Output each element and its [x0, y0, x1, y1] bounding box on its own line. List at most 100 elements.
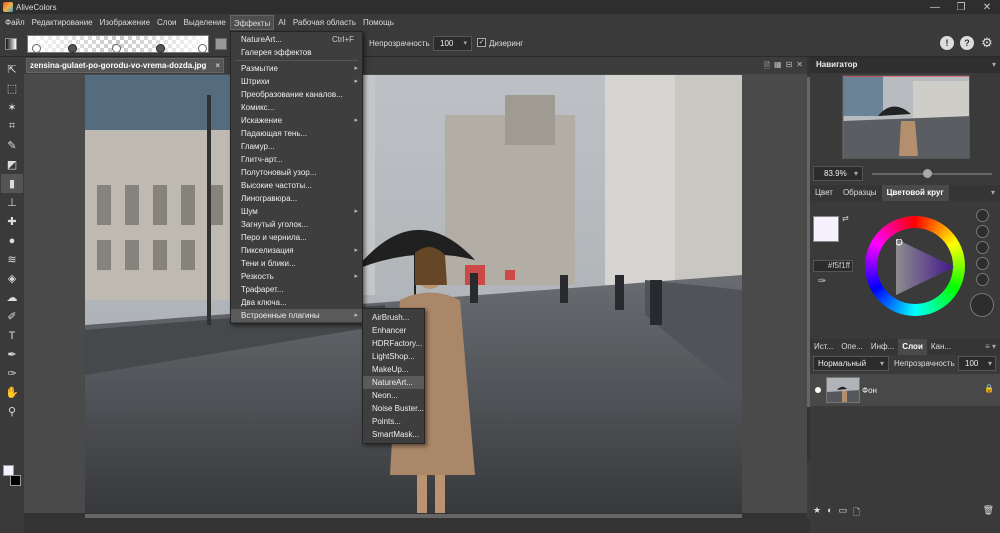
help-icon[interactable]: ?: [960, 36, 974, 50]
adjustment-layer-icon[interactable]: ◐: [827, 505, 832, 519]
hex-color-field[interactable]: #f5f1ff: [813, 260, 853, 272]
background-color-swatch[interactable]: [10, 475, 21, 486]
select-arrow-icon[interactable]: ⇱: [1, 60, 23, 79]
minimize-button[interactable]: —: [922, 0, 948, 14]
zoom-select[interactable]: 83.9% ▾: [813, 166, 863, 181]
tab-operations[interactable]: Опе...: [837, 339, 867, 355]
effects-menu-item[interactable]: Перо и чернила...: [231, 231, 362, 244]
tab-history[interactable]: Ист...: [810, 339, 837, 355]
panel-menu-icon[interactable]: ▾: [991, 185, 995, 201]
menu-effects[interactable]: Эффекты: [229, 15, 275, 30]
gradient-stop[interactable]: [68, 44, 77, 53]
gradient-icon[interactable]: ▮: [1, 174, 23, 193]
visibility-icon[interactable]: [815, 387, 821, 393]
plugin-menu-item[interactable]: AirBrush...: [363, 311, 424, 324]
effects-menu-item[interactable]: Линогравюра...: [231, 192, 362, 205]
effects-menu-item[interactable]: Искажение ▸: [231, 114, 362, 127]
plugin-menu-item[interactable]: Neon...: [363, 389, 424, 402]
healing-icon[interactable]: ✚: [1, 212, 23, 231]
brush-icon[interactable]: ✎: [1, 136, 23, 155]
image-canvas[interactable]: [85, 75, 742, 513]
effects-menu-item[interactable]: Загнутый уголок...: [231, 218, 362, 231]
trash-icon[interactable]: 🗑: [983, 505, 994, 519]
wheel-mode-knob[interactable]: [975, 241, 989, 254]
effects-menu-item[interactable]: Комикс...: [231, 101, 362, 114]
panel-menu-icon[interactable]: ▾: [992, 57, 996, 73]
fg-bg-colors[interactable]: ⇄: [813, 214, 853, 256]
group-layer-icon[interactable]: ▭: [839, 505, 848, 519]
effects-menu-item[interactable]: Штрихи ▸: [231, 75, 362, 88]
menu-ai[interactable]: AI: [275, 15, 289, 30]
wheel-mode-knob[interactable]: [975, 209, 989, 222]
panel-menu-icon[interactable]: ≡ ▾: [985, 339, 996, 355]
grid-icon[interactable]: ▦: [774, 60, 782, 74]
tab-swatches[interactable]: Образцы: [838, 185, 882, 201]
scroll-thumb[interactable]: [85, 514, 742, 518]
menu-help[interactable]: Помощь: [360, 15, 397, 30]
gradient-stop[interactable]: [32, 44, 41, 53]
effects-menu-item[interactable]: Два ключа...: [231, 296, 362, 309]
plugin-menu-item[interactable]: Noise Buster...: [363, 402, 424, 415]
wheel-mode-knob[interactable]: [975, 225, 989, 238]
effects-menu-item[interactable]: Шум ▸: [231, 205, 362, 218]
effects-menu-item[interactable]: Трафарет...: [231, 283, 362, 296]
effects-menu-item[interactable]: Высокие частоты...: [231, 179, 362, 192]
gear-icon[interactable]: ⚙: [980, 36, 994, 50]
effects-menu-item[interactable]: Падающая тень...: [231, 127, 362, 140]
smudge-icon[interactable]: ≋: [1, 250, 23, 269]
swap-colors-icon[interactable]: ⇄: [842, 214, 849, 223]
eyedropper-icon[interactable]: ✑: [1, 364, 23, 383]
color-triangle[interactable]: [896, 239, 954, 295]
gradient-stop[interactable]: [198, 44, 207, 53]
gradient-preset-button[interactable]: [5, 38, 17, 50]
plugin-menu-item[interactable]: LightShop...: [363, 350, 424, 363]
navigator-preview[interactable]: [842, 75, 970, 159]
effects-menu-item[interactable]: Тени и блики...: [231, 257, 362, 270]
magic-wand-icon[interactable]: ✶: [1, 98, 23, 117]
minimize-doc-icon[interactable]: ⊟: [786, 60, 793, 74]
effects-menu-item[interactable]: Полутоновый узор...: [231, 166, 362, 179]
maximize-button[interactable]: ❐: [948, 0, 974, 14]
gradient-type-button[interactable]: [215, 38, 227, 50]
sponge-icon[interactable]: ☁: [1, 288, 23, 307]
wheel-mode-knob[interactable]: [975, 273, 989, 286]
wheel-mode-knob[interactable]: [975, 257, 989, 270]
eraser-icon[interactable]: ◩: [1, 155, 23, 174]
zoom-slider[interactable]: [872, 169, 992, 178]
tab-color[interactable]: Цвет: [810, 185, 838, 201]
effects-menu-item[interactable]: Встроенные плагины ▸: [231, 309, 362, 322]
gradient-editor[interactable]: [27, 35, 209, 53]
gradient-stop[interactable]: [156, 44, 165, 53]
effects-menu-item[interactable]: Пикселизация ▸: [231, 244, 362, 257]
menu-layers[interactable]: Слои: [154, 15, 179, 30]
gradient-stop[interactable]: [112, 44, 121, 53]
tab-layers[interactable]: Слои: [898, 339, 927, 355]
zoom-slider-knob[interactable]: [923, 169, 933, 178]
plugin-menu-item[interactable]: MakeUp...: [363, 363, 424, 376]
crop-icon[interactable]: ⌗: [1, 117, 23, 136]
pen-icon[interactable]: ✐: [1, 307, 23, 326]
plugin-menu-item[interactable]: NatureArt...: [363, 376, 424, 389]
lock-icon[interactable]: 🔒: [984, 384, 994, 393]
effects-menu-item[interactable]: Глитч-арт...: [231, 153, 362, 166]
new-layer-icon[interactable]: 🗋: [853, 505, 860, 519]
layer-effects-icon[interactable]: ★: [813, 505, 821, 519]
menu-image[interactable]: Изображение: [97, 15, 153, 30]
effects-menu-item[interactable]: Гламур...: [231, 140, 362, 153]
fill-icon[interactable]: ◈: [1, 269, 23, 288]
foreground-color-box[interactable]: [813, 216, 839, 242]
close-tab-icon[interactable]: ×: [215, 59, 220, 72]
hand-icon[interactable]: ✋: [1, 383, 23, 402]
effects-menu-item[interactable]: NatureArt... Ctrl+F: [231, 33, 362, 46]
new-doc-icon[interactable]: 🗎: [764, 60, 770, 74]
effects-menu-item[interactable]: Размытие ▸: [231, 62, 362, 75]
menu-workspace[interactable]: Рабочая область: [290, 15, 359, 30]
drop-icon[interactable]: ●: [1, 231, 23, 250]
dither-checkbox[interactable]: ✓: [477, 38, 486, 47]
close-button[interactable]: ✕: [974, 0, 1000, 14]
layer-opacity-select[interactable]: 100 ▾: [958, 356, 996, 371]
menu-file[interactable]: Файл: [2, 15, 28, 30]
eyedropper-icon[interactable]: ✑: [818, 276, 826, 287]
document-tab[interactable]: zensina-gulaet-po-gorodu-vo-vrema-dozda.…: [26, 58, 224, 73]
path-icon[interactable]: ✒: [1, 345, 23, 364]
